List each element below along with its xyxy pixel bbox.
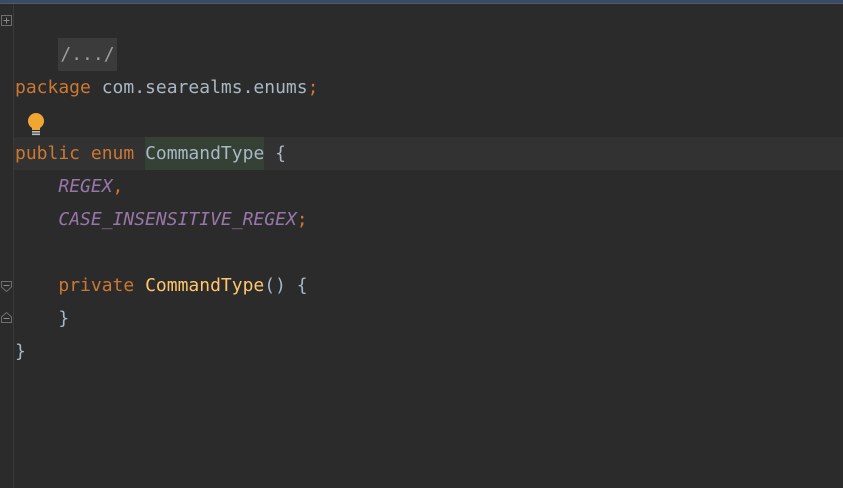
enum-constant-case-insensitive-regex: CASE_INSENSITIVE_REGEX [58, 209, 297, 230]
enum-constant-regex: REGEX [58, 176, 113, 197]
fold-collapse-start-icon[interactable] [1, 281, 12, 292]
semicolon: ; [307, 77, 319, 98]
semicolon: ; [296, 209, 308, 230]
code-line-enum-declaration: public enum CommandType { [15, 137, 286, 170]
code-editor[interactable]: /.../ package com.searealms.enums; publi… [0, 0, 843, 488]
keyword-public: public [15, 143, 81, 164]
keyword-enum: enum [90, 143, 135, 164]
code-line-constructor-close: } [15, 302, 69, 335]
keyword-private: private [58, 275, 135, 296]
package-path: com.searealms.enums [90, 77, 308, 98]
code-line-constant-regex: REGEX, [15, 170, 123, 203]
editor-top-border [0, 0, 843, 4]
code-line-constant-case-insensitive: CASE_INSENSITIVE_REGEX; [15, 203, 308, 236]
open-brace: { [264, 143, 286, 164]
code-line-enum-close: } [15, 335, 26, 368]
close-brace: } [58, 308, 70, 329]
gutter-divider [13, 4, 14, 488]
enum-class-name: CommandType [145, 137, 265, 170]
constructor-name: CommandType [145, 275, 265, 296]
fold-expand-icon[interactable] [1, 15, 12, 26]
comma: , [112, 176, 124, 197]
lightbulb-icon[interactable] [25, 112, 47, 138]
close-brace: } [15, 341, 26, 362]
folded-region[interactable]: /.../ [58, 38, 117, 71]
code-line-folded: /.../ [15, 5, 117, 71]
constructor-params: () { [264, 275, 308, 296]
code-line-constructor: private CommandType() { [15, 269, 308, 302]
code-line-package: package com.searealms.enums; [15, 71, 318, 104]
keyword-package: package [15, 77, 91, 98]
fold-collapse-end-icon[interactable] [1, 312, 12, 323]
